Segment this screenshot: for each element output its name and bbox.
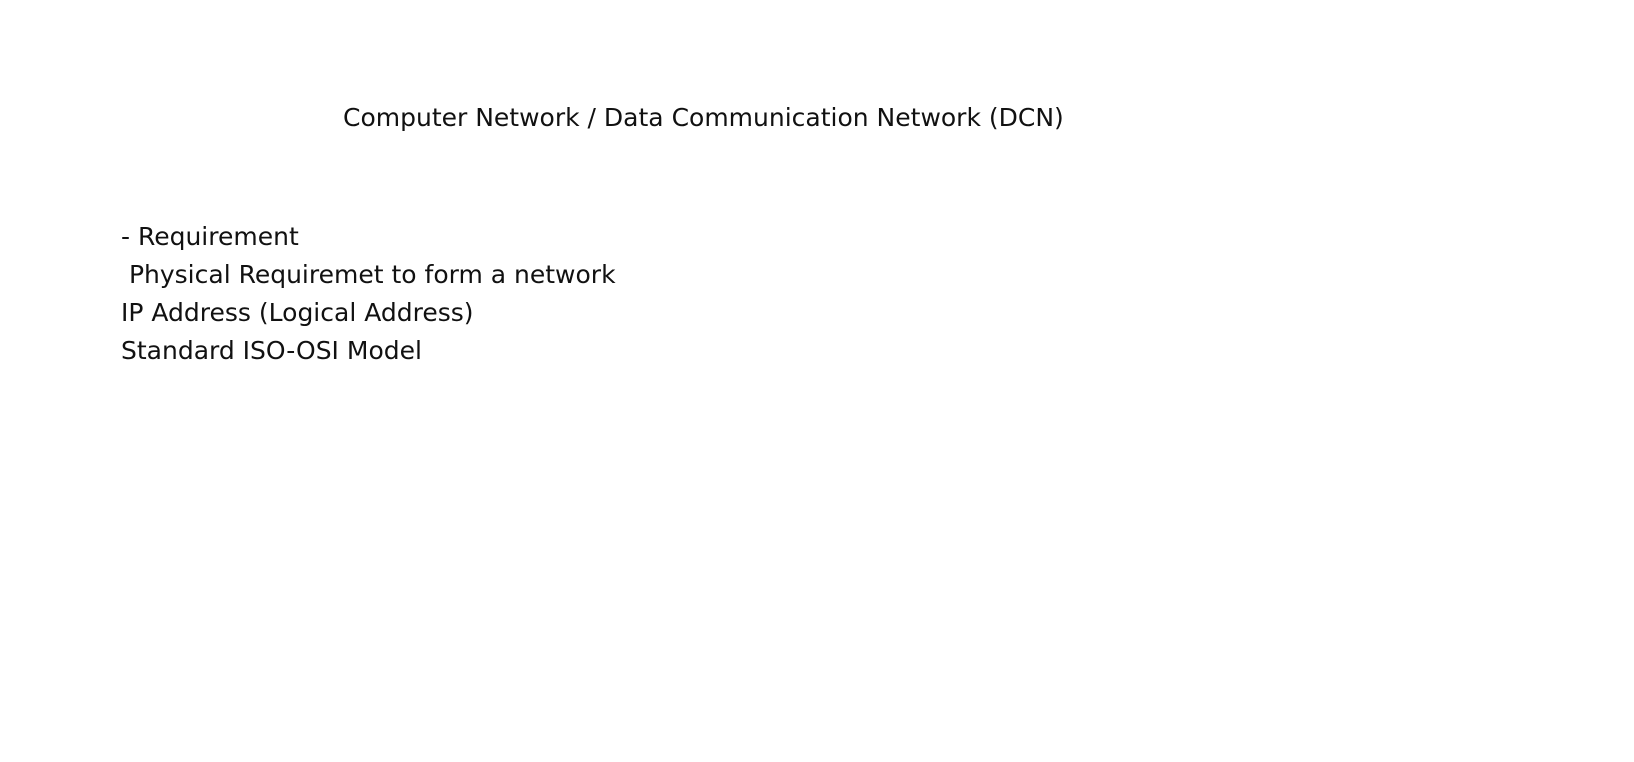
list-item-iso-osi-model: Standard ISO-OSI Model [121,336,422,365]
document-page: Computer Network / Data Communication Ne… [0,0,1634,762]
list-item-physical-requirement: Physical Requiremet to form a network [121,260,616,289]
list-item-requirement: - Requirement [121,222,299,251]
page-title: Computer Network / Data Communication Ne… [343,103,1064,132]
list-item-ip-address: IP Address (Logical Address) [121,298,474,327]
notes-list: - Requirement Physical Requiremet to for… [121,218,616,370]
